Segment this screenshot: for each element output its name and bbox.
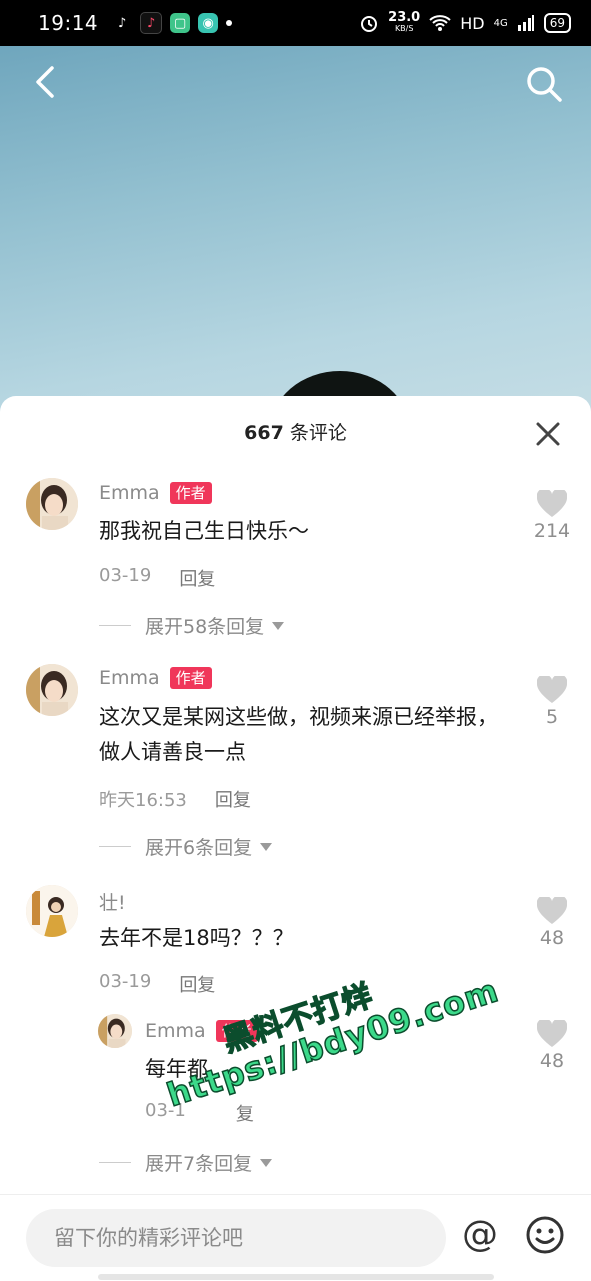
heart-icon — [537, 1020, 567, 1047]
avatar[interactable] — [26, 885, 78, 937]
like-count: 48 — [539, 1050, 565, 1072]
chevron-down-icon — [260, 842, 273, 851]
like-button[interactable]: 48 — [532, 1020, 572, 1072]
comment-input[interactable] — [26, 1209, 446, 1267]
comment-author[interactable]: Emma 作者 — [99, 482, 212, 504]
comment-text[interactable]: 去年不是18吗？？？ — [99, 921, 499, 956]
avatar[interactable] — [26, 664, 78, 716]
comment-meta: 昨天16:53 回复 — [99, 786, 251, 812]
close-button[interactable] — [534, 420, 562, 448]
alarm-icon — [361, 16, 378, 32]
comment-text[interactable]: 那我祝自己生日快乐～ — [99, 514, 499, 549]
chevron-down-icon — [260, 1158, 273, 1167]
expand-replies-button[interactable]: 展开7条回复 — [99, 1149, 273, 1176]
heart-icon — [537, 676, 567, 703]
status-time: 19:14 — [38, 11, 99, 35]
reply-meta: 03-1 复 — [145, 1100, 254, 1126]
chat-app-icon: ◉ — [198, 13, 219, 33]
comment-date: 03-19 — [99, 565, 152, 586]
comments-count-title: 667 条评论 — [244, 422, 347, 444]
reply-date: 03-1 — [145, 1100, 186, 1121]
video-background[interactable] — [0, 46, 591, 446]
wifi-icon — [429, 15, 451, 31]
comment-meta: 03-19 回复 — [99, 971, 215, 997]
reply-button[interactable]: 回复 — [179, 565, 215, 591]
heart-icon — [537, 897, 567, 924]
comment-date: 03-19 — [99, 971, 152, 992]
comment-author[interactable]: Emma 作者 — [99, 667, 212, 689]
comment-date: 昨天16:53 — [99, 790, 187, 811]
comment-meta: 03-19 回复 — [99, 565, 215, 591]
app-notification-icon: ▢ — [170, 13, 191, 33]
like-button[interactable]: 5 — [532, 676, 572, 728]
author-badge: 作者 — [169, 667, 212, 689]
status-bar: 19:14 ♪ ♪ ▢ ◉ 23.0 KB/S HD 4G 69 — [0, 0, 591, 46]
back-button[interactable] — [28, 64, 64, 100]
author-badge: 作者 — [215, 1020, 258, 1042]
reply-button[interactable]: 复 — [236, 1100, 254, 1126]
comment-author[interactable]: 壮! — [99, 888, 126, 915]
heart-icon — [537, 490, 567, 517]
reply-author[interactable]: Emma 作者 — [145, 1020, 258, 1042]
reply-button[interactable]: 回复 — [215, 786, 251, 812]
more-notifications-icon — [226, 20, 233, 26]
expand-replies-button[interactable]: 展开58条回复 — [99, 612, 285, 639]
like-count: 5 — [545, 706, 559, 728]
comment-input-bar: @ — [0, 1194, 591, 1281]
reply-text[interactable]: 每年都 — [145, 1052, 505, 1087]
like-count: 48 — [539, 927, 565, 949]
comment-text[interactable]: 这次又是某网这些做，视频来源已经举报，做人请善良一点 — [99, 700, 499, 770]
signal-icon — [517, 15, 534, 31]
mention-button[interactable]: @ — [460, 1215, 500, 1255]
like-button[interactable]: 48 — [532, 897, 572, 949]
emoji-button[interactable] — [525, 1215, 565, 1255]
home-indicator — [98, 1274, 494, 1280]
tiktok-icon: ♪ — [117, 15, 127, 31]
hd-label: HD — [460, 13, 485, 33]
author-badge: 作者 — [169, 482, 212, 504]
reply-button[interactable]: 回复 — [179, 971, 215, 997]
battery-indicator: 69 — [543, 13, 571, 33]
avatar[interactable] — [26, 478, 78, 530]
like-count: 214 — [533, 520, 571, 542]
search-button[interactable] — [524, 64, 564, 104]
tiktok-lite-icon: ♪ — [140, 12, 163, 34]
like-button[interactable]: 214 — [532, 490, 572, 542]
chevron-down-icon — [272, 621, 285, 630]
network-label: 4G — [493, 17, 508, 29]
net-speed: 23.0 KB/S — [388, 10, 421, 33]
expand-replies-button[interactable]: 展开6条回复 — [99, 833, 273, 860]
avatar[interactable] — [98, 1014, 132, 1048]
